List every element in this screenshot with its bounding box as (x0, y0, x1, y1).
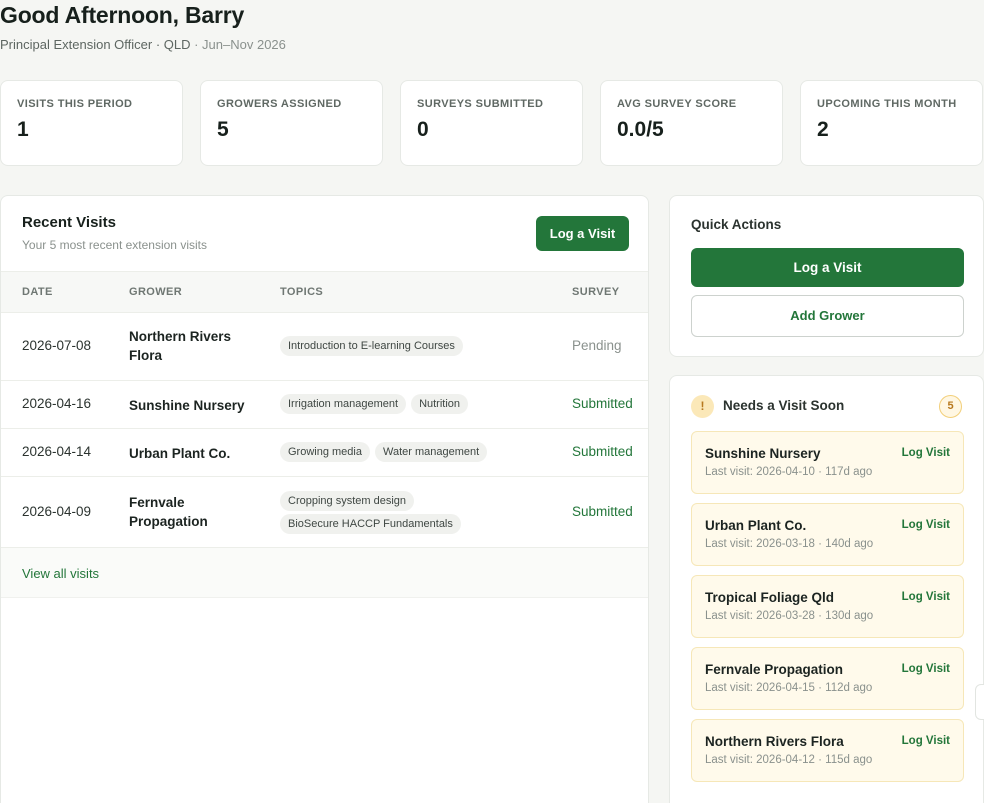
stat-value: 0.0/5 (617, 118, 664, 141)
topic-chip: Cropping system design (280, 491, 415, 511)
grower-name: Urban Plant Co. (705, 518, 807, 533)
visit-grower[interactable]: Fernvale Propagation (129, 493, 249, 531)
table-header: DATE GROWER TOPICS SURVEY (1, 271, 648, 313)
stat-label: UPCOMING THIS MONTH (817, 98, 957, 110)
stat-card-visits: VISITS THIS PERIOD 1 (0, 80, 183, 166)
log-visit-link[interactable]: Log Visit (902, 519, 950, 531)
last-visit-text: Last visit: 2026-04-10 · 117d ago (705, 466, 873, 478)
column-header-topics[interactable]: TOPICS (280, 286, 323, 298)
stat-card-growers: GROWERS ASSIGNED 5 (200, 80, 383, 166)
grower-name: Tropical Foliage Qld (705, 590, 835, 605)
log-visit-link[interactable]: Log Visit (902, 447, 950, 459)
stat-label: VISITS THIS PERIOD (17, 98, 133, 110)
needs-visit-item: Urban Plant Co. Last visit: 2026-03-18 ·… (691, 503, 964, 566)
topic-chip: Nutrition (411, 394, 469, 414)
add-grower-button[interactable]: Add Grower (691, 295, 964, 337)
last-visit-text: Last visit: 2026-04-15 · 112d ago (705, 682, 873, 694)
last-visit-text: Last visit: 2026-03-28 · 130d ago (705, 610, 874, 622)
quick-actions-card: Quick Actions Log a Visit Add Grower (669, 195, 984, 357)
recent-visits-card: Recent Visits Your 5 most recent extensi… (0, 195, 649, 803)
role-text: Principal Extension Officer · QLD (0, 37, 191, 52)
survey-status: Pending (572, 338, 622, 353)
table-footer: View all visits (1, 548, 648, 598)
column-header-date[interactable]: DATE (22, 286, 53, 298)
needs-visit-item: Northern Rivers Flora Last visit: 2026-0… (691, 719, 964, 782)
needs-visit-item: Fernvale Propagation Last visit: 2026-04… (691, 647, 964, 710)
stats-row: VISITS THIS PERIOD 1 GROWERS ASSIGNED 5 … (0, 80, 984, 166)
grower-name: Sunshine Nursery (705, 446, 821, 461)
column-header-grower[interactable]: GROWER (129, 286, 182, 298)
needs-visit-card: ! Needs a Visit Soon 5 Sunshine Nursery … (669, 375, 984, 803)
grower-name: Fernvale Propagation (705, 662, 844, 677)
recent-visits-subtitle: Your 5 most recent extension visits (22, 238, 207, 252)
stat-value: 5 (217, 118, 229, 141)
stat-label: AVG SURVEY SCORE (617, 98, 737, 110)
stat-label: SURVEYS SUBMITTED (417, 98, 544, 110)
warning-icon: ! (691, 395, 714, 418)
last-visit-text: Last visit: 2026-03-18 · 140d ago (705, 538, 874, 550)
stat-card-score: AVG SURVEY SCORE 0.0/5 (600, 80, 783, 166)
survey-status: Submitted (572, 396, 633, 411)
visit-date: 2026-04-16 (22, 396, 92, 411)
needs-visit-title: Needs a Visit Soon (723, 398, 845, 413)
needs-visit-item: Tropical Foliage Qld Last visit: 2026-03… (691, 575, 964, 638)
page-subtitle: Principal Extension Officer · QLD · Jun–… (0, 37, 286, 52)
needs-visit-item: Sunshine Nursery Last visit: 2026-04-10 … (691, 431, 964, 494)
visit-date: 2026-07-08 (22, 338, 92, 353)
stat-card-surveys: SURVEYS SUBMITTED 0 (400, 80, 583, 166)
visit-date: 2026-04-14 (22, 444, 92, 459)
stat-value: 2 (817, 118, 829, 141)
topic-chip: Irrigation management (280, 394, 407, 414)
survey-status: Submitted (572, 444, 633, 459)
visit-grower[interactable]: Northern Rivers Flora (129, 327, 249, 365)
log-visit-link[interactable]: Log Visit (902, 663, 950, 675)
visit-date: 2026-04-09 (22, 504, 92, 519)
survey-status: Submitted (572, 504, 633, 519)
table-row[interactable]: 2026-04-16 Sunshine Nursery Irrigation m… (1, 381, 648, 429)
topic-chip: BioSecure HACCP Fundamentals (280, 514, 461, 534)
stat-card-upcoming: UPCOMING THIS MONTH 2 (800, 80, 983, 166)
visit-grower[interactable]: Sunshine Nursery (129, 396, 279, 415)
visit-topics: Irrigation management Nutrition (280, 394, 473, 414)
visit-grower[interactable]: Urban Plant Co. (129, 444, 279, 463)
page-title: Good Afternoon, Barry (0, 2, 245, 28)
needs-visit-count-badge: 5 (939, 395, 962, 418)
quick-log-visit-button[interactable]: Log a Visit (691, 248, 964, 287)
grower-name: Northern Rivers Flora (705, 734, 844, 749)
visit-topics: Introduction to E-learning Courses (280, 336, 468, 356)
period-text: · Jun–Nov 2026 (190, 37, 286, 52)
topic-chip: Water management (374, 442, 488, 462)
log-visit-link[interactable]: Log Visit (902, 591, 950, 603)
view-all-visits-link[interactable]: View all visits (22, 566, 99, 581)
recent-visits-header: Recent Visits Your 5 most recent extensi… (22, 214, 207, 252)
topic-chip: Growing media (280, 442, 370, 462)
visit-topics: Growing media Water management (280, 442, 492, 462)
last-visit-text: Last visit: 2026-04-12 · 115d ago (705, 754, 873, 766)
log-visit-button[interactable]: Log a Visit (536, 216, 629, 251)
table-row[interactable]: 2026-04-09 Fernvale Propagation Cropping… (1, 477, 648, 548)
topic-chip: Introduction to E-learning Courses (280, 336, 463, 356)
column-header-survey[interactable]: SURVEY (572, 286, 619, 298)
stat-value: 0 (417, 118, 429, 141)
stat-label: GROWERS ASSIGNED (217, 98, 342, 110)
recent-visits-title: Recent Visits (22, 214, 116, 231)
stat-value: 1 (17, 118, 29, 141)
quick-actions-title: Quick Actions (691, 217, 782, 232)
visit-topics: Cropping system design BioSecure HACCP Fu… (280, 491, 520, 534)
log-visit-link[interactable]: Log Visit (902, 735, 950, 747)
table-row[interactable]: 2026-07-08 Northern Rivers Flora Introdu… (1, 313, 648, 381)
table-row[interactable]: 2026-04-14 Urban Plant Co. Growing media… (1, 429, 648, 477)
side-drawer-handle[interactable] (975, 684, 984, 720)
